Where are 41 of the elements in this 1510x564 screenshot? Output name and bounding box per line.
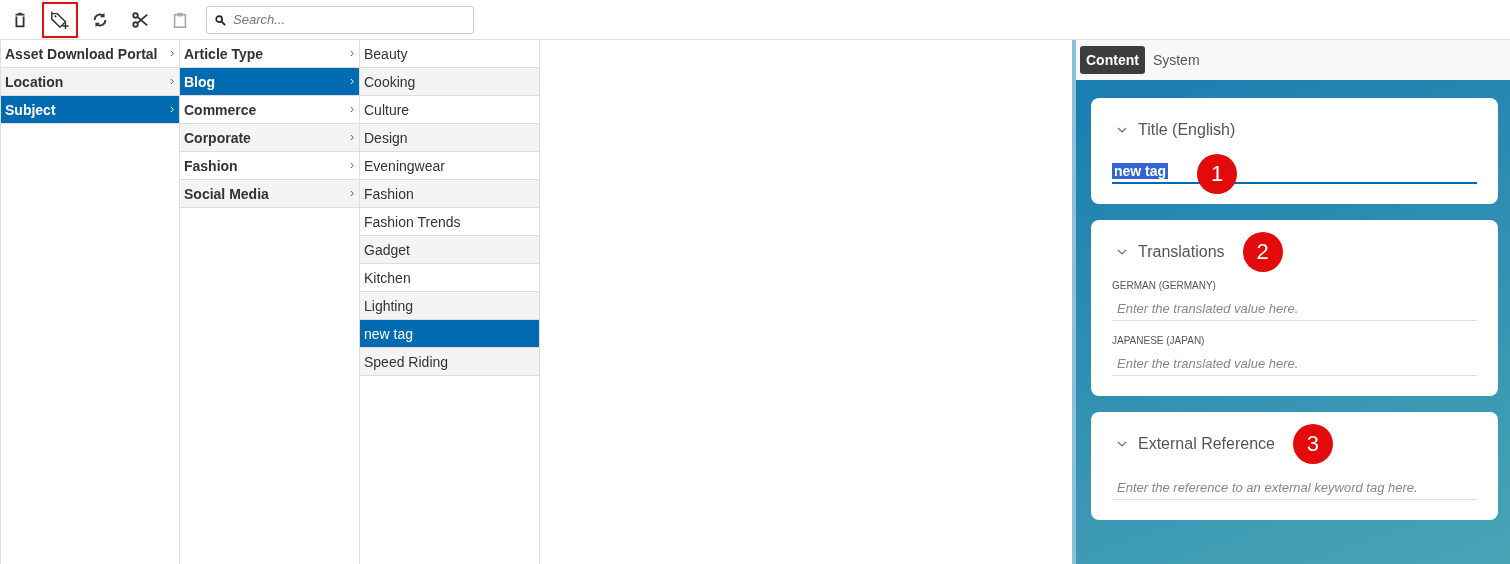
tree-item[interactable]: Blog [180, 68, 359, 96]
tree-item[interactable]: Social Media [180, 180, 359, 208]
chevron-icon [170, 106, 175, 113]
tree-item[interactable]: Cooking [360, 68, 539, 96]
chevron-icon [170, 50, 175, 57]
tree-item[interactable]: new tag [360, 320, 539, 348]
chevron-icon [350, 78, 355, 85]
section-title: External Reference [1138, 435, 1275, 453]
sync-icon [91, 10, 109, 29]
number-badge: 1 [1197, 154, 1237, 194]
search-field[interactable]: Search... [206, 5, 474, 34]
tab[interactable]: System [1146, 46, 1206, 74]
number-badge: 3 [1292, 424, 1333, 464]
chevron-icon [350, 50, 355, 57]
tree-item[interactable]: Location [1, 68, 179, 96]
section-title: Translations [1138, 243, 1225, 261]
tree-item[interactable]: Lighting [360, 292, 539, 320]
chevron-icon [350, 134, 355, 141]
tree-item[interactable]: Subject [1, 96, 179, 124]
field-value: new tag [1112, 163, 1169, 179]
clipboard-icon [171, 10, 189, 29]
tree-item[interactable]: Design [360, 124, 539, 152]
chevron-down-icon[interactable] [1117, 249, 1127, 255]
tree-item[interactable]: Fashion [360, 180, 539, 208]
tag-add-button[interactable] [42, 1, 78, 38]
tag-plus-icon [50, 9, 70, 30]
chevron-icon [350, 162, 355, 169]
chevron-icon [350, 106, 355, 113]
tree-item[interactable]: Corporate [180, 124, 359, 152]
field-label: GERMAN (GERMANY) [1112, 280, 1217, 291]
scissors-icon [131, 10, 149, 29]
tree-item[interactable]: Gadget [360, 236, 539, 264]
chevron-down-icon[interactable] [1117, 127, 1127, 133]
section-title: Title (English) [1138, 121, 1236, 139]
chevron-icon [350, 190, 355, 197]
number-badge: 2 [1242, 232, 1283, 272]
chevron-icon [170, 78, 175, 85]
tree-item[interactable]: Speed Riding [360, 348, 539, 376]
tab[interactable]: Content [1080, 46, 1145, 74]
chevron-down-icon[interactable] [1117, 441, 1127, 447]
field-label: JAPANESE (JAPAN) [1112, 335, 1206, 346]
